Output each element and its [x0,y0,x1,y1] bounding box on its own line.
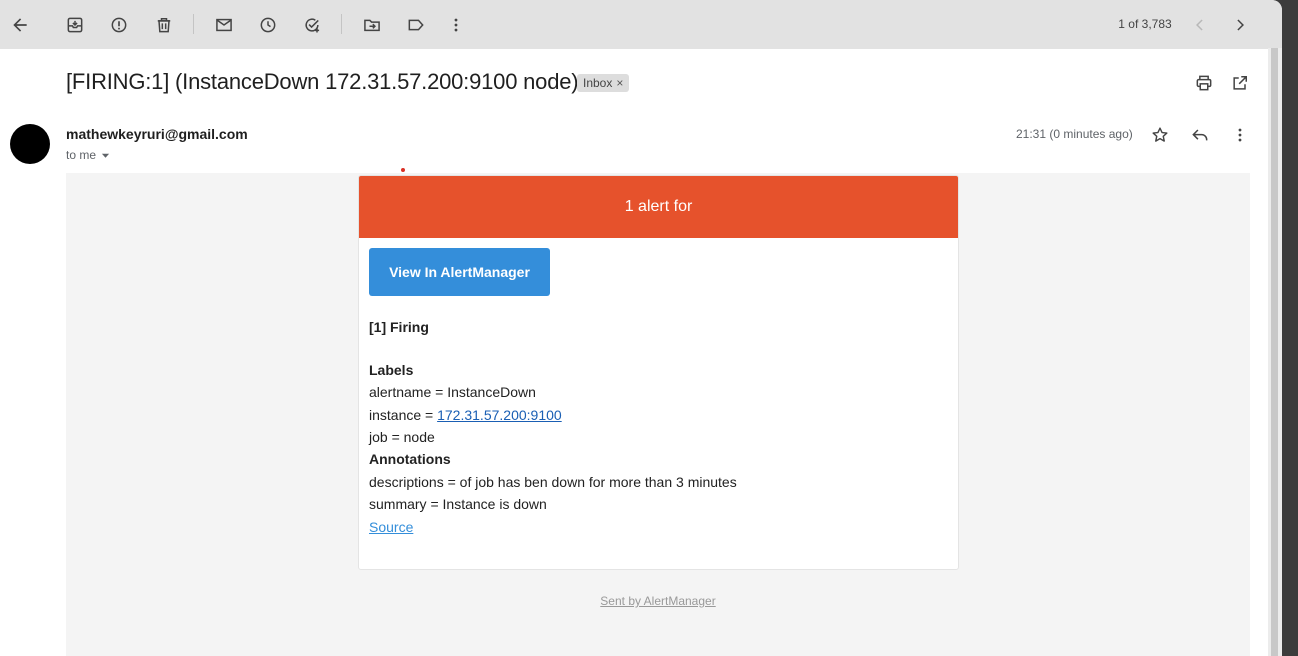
email-timestamp: 21:31 (0 minutes ago) [1016,127,1133,141]
red-dot-marker [401,168,405,172]
more-vert-icon[interactable] [441,10,471,40]
remove-label-icon[interactable]: × [616,76,623,90]
delete-icon[interactable] [149,10,179,40]
toolbar-divider [341,14,342,34]
report-spam-icon[interactable] [104,10,134,40]
firing-heading: [1] Firing [369,319,429,335]
reply-icon[interactable] [1189,124,1211,146]
footer: Sent by AlertManager [358,594,958,608]
older-chevron-right-icon[interactable] [1225,10,1255,40]
alert-card: 1 alert for View In AlertManager [1] Fir… [358,175,959,570]
email-subject: [FIRING:1] (InstanceDown 172.31.57.200:9… [66,69,579,94]
inbox-chip-label: Inbox [583,76,613,90]
print-icon[interactable] [1193,72,1215,94]
add-task-icon[interactable] [297,10,327,40]
label-job: job = node [369,429,435,445]
scrollbar-thumb[interactable] [1271,48,1278,656]
open-in-new-window-icon[interactable] [1229,72,1251,94]
move-to-icon[interactable] [357,10,387,40]
sender-avatar[interactable] [10,124,50,164]
inbox-label-chip[interactable]: Inbox × [577,74,630,92]
annotation-descriptions: descriptions = of job has ben down for m… [369,474,737,490]
instance-link[interactable]: 172.31.57.200:9100 [437,407,562,423]
label-alertname: alertname = InstanceDown [369,384,536,400]
archive-icon[interactable] [60,10,90,40]
labels-heading: Labels [369,362,414,378]
view-in-alertmanager-button[interactable]: View In AlertManager [369,248,550,296]
annotations-heading: Annotations [369,451,451,467]
back-arrow-icon[interactable] [5,10,35,40]
alert-card-header: 1 alert for [359,176,958,238]
label-icon[interactable] [401,10,431,40]
toolbar: 1 of 3,783 [0,0,1282,49]
instance-prefix: instance = [369,407,438,423]
more-options-icon[interactable] [1229,124,1251,146]
newer-chevron-left-icon[interactable] [1185,10,1215,40]
sent-by-alertmanager-link[interactable]: Sent by AlertManager [600,594,715,608]
to-me-label: to me [66,148,97,162]
sender-email[interactable]: mathewkeyruri@gmail.com [66,126,248,142]
mark-unread-icon[interactable] [209,10,239,40]
scrollbar-track[interactable] [1268,48,1282,656]
pager-count: 1 of 3,783 [1118,17,1172,31]
caret-down-icon [101,153,110,158]
toolbar-divider [193,14,194,34]
snooze-icon[interactable] [253,10,283,40]
source-link[interactable]: Source [369,519,413,535]
label-instance: instance = 172.31.57.200:9100 [369,407,562,423]
star-icon[interactable] [1149,124,1171,146]
source-row: Source [369,519,413,535]
annotation-summary: summary = Instance is down [369,496,547,512]
recipient-details-toggle[interactable]: to me [66,148,110,162]
gmail-window: 1 of 3,783 [FIRING:1] (InstanceDown 172.… [0,0,1282,656]
